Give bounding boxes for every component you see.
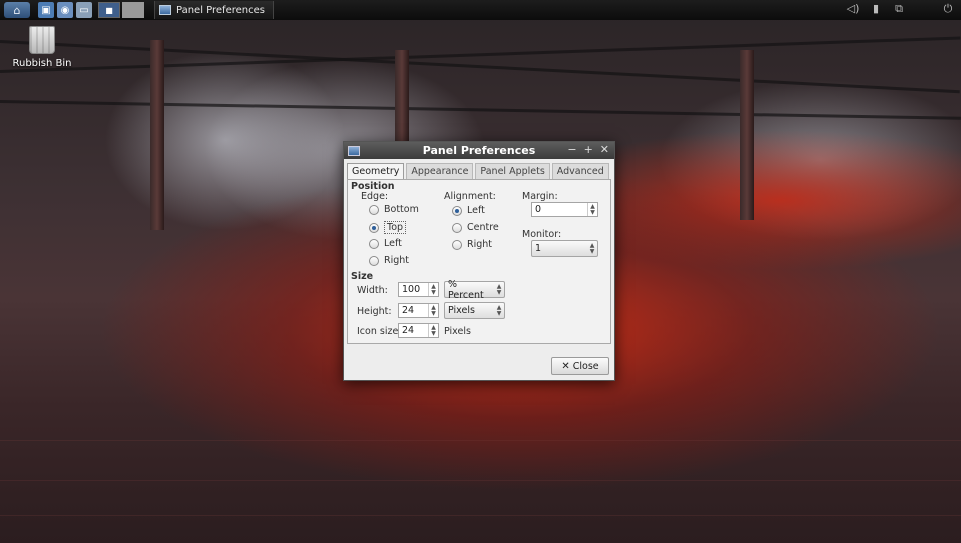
radio-label: Right [384,255,410,266]
file-manager-launcher[interactable]: ▣ [38,2,54,18]
tab-geometry[interactable]: Geometry [347,163,405,179]
margin-value: 0 [535,204,542,215]
tab-panel-applets[interactable]: Panel Applets [475,163,550,179]
radio-icon [369,204,379,215]
close-icon[interactable]: ✕ [600,143,609,156]
globe-icon: ◉ [60,4,70,16]
height-unit: Pixels [448,305,475,316]
icon-size-value: 24 [402,325,415,336]
icon-size-spinner[interactable]: 24 ▲ ▼ [398,323,439,338]
tab-advanced[interactable]: Advanced [551,163,609,179]
floor-line [0,515,961,516]
desktop-icon-label: Rubbish Bin [12,58,72,69]
radio-label: Bottom [384,204,419,215]
chevron-updown-icon: ▲ ▼ [496,282,502,296]
window-icon [159,5,171,15]
floor-line [0,480,961,481]
chevron-updown-icon: ▲ ▼ [589,241,595,255]
menu-icon: ⌂ [13,3,21,17]
tab-bar: Geometry Appearance Panel Applets Advanc… [347,163,614,179]
maximize-icon[interactable]: + [584,143,593,156]
radio-icon [369,255,379,266]
workspace-icon: ■ [105,5,113,15]
width-unit-select[interactable]: % Percent ▲ ▼ [444,278,505,301]
browser-launcher[interactable]: ◉ [57,2,73,18]
folder-icon: ▣ [41,4,51,16]
radio-icon [369,238,379,249]
size-heading: Size [351,271,374,282]
power-icon[interactable]: ⏻ [941,2,955,16]
radio-checked-icon [452,205,462,216]
close-button-label: Close [572,360,599,372]
tab-appearance[interactable]: Appearance [406,163,474,179]
radio-icon [452,222,462,233]
width-spinner[interactable]: 100 ▲ ▼ [398,282,439,297]
radio-label: Top [384,221,407,234]
margin-label: Margin: [522,191,558,202]
battery-icon[interactable]: ▮ [869,2,883,16]
height-unit-select[interactable]: Pixels ▲ ▼ [444,302,505,319]
alignment-centre-radio[interactable]: Centre [452,222,499,233]
radio-label: Left [384,238,402,249]
edge-left-radio[interactable]: Left [369,238,402,249]
spinner-arrows-icon[interactable]: ▲ ▼ [428,304,438,317]
height-label: Height: [357,306,392,317]
radio-checked-icon [369,222,379,233]
network-icon[interactable]: ⧉ [892,2,906,16]
height-spinner[interactable]: 24 ▲ ▼ [398,303,439,318]
edge-right-radio[interactable]: Right [369,255,409,266]
workspace-1[interactable]: ■ [98,2,120,18]
edge-top-radio[interactable]: Top [369,221,407,234]
alignment-right-radio[interactable]: Right [452,239,492,250]
alignment-label: Alignment: [444,191,496,202]
width-value: 100 [402,284,421,295]
roof-beam [0,100,961,120]
show-desktop-launcher[interactable]: ▭ [76,2,92,18]
monitor-value: 1 [535,243,542,254]
margin-spinner[interactable]: 0 ▲ ▼ [531,202,598,217]
monitor-label: Monitor: [522,229,562,240]
icon-size-label: Icon size: [357,326,402,337]
edge-bottom-radio[interactable]: Bottom [369,204,419,215]
radio-label: Right [467,239,493,250]
taskbar-button-panel-preferences[interactable]: Panel Preferences [154,1,274,19]
monitor-select[interactable]: 1 ▲ ▼ [531,240,598,257]
radio-icon [452,239,462,250]
menu-button[interactable]: ⌂ [4,2,30,18]
floor-line [0,440,961,441]
minimize-icon[interactable]: − [567,143,576,156]
radio-label: Left [467,205,485,216]
garage-pillar [150,40,164,230]
panel-preferences-dialog: Panel Preferences − + ✕ Geometry Appeara… [343,141,615,381]
radio-label: Centre [467,222,499,233]
height-value: 24 [402,305,415,316]
taskbar-button-label: Panel Preferences [176,4,265,16]
volume-icon[interactable]: ◁) [846,2,860,16]
top-panel: ⌂ ▣ ◉ ▭ ■ Panel Preferences ◁) ▮ ⧉ ⏻ [0,0,961,20]
spinner-arrows-icon[interactable]: ▲ ▼ [428,283,438,296]
trash-icon [29,26,55,54]
width-unit: % Percent [448,278,484,301]
close-icon: ✕ [561,360,570,372]
spinner-arrows-icon[interactable]: ▲ ▼ [587,203,597,216]
edge-label: Edge: [361,191,389,202]
desktop-icon: ▭ [79,4,89,16]
system-tray: ◁) ▮ ⧉ ⏻ [846,2,955,16]
alignment-left-radio[interactable]: Left [452,205,485,216]
chevron-updown-icon: ▲ ▼ [496,303,502,317]
close-button[interactable]: ✕ Close [551,357,609,375]
desktop-icon-rubbish-bin[interactable]: Rubbish Bin [8,26,76,69]
workspace-2[interactable] [122,2,144,18]
garage-pillar [740,50,754,220]
width-label: Width: [357,285,388,296]
spinner-arrows-icon[interactable]: ▲ ▼ [428,324,438,337]
title-bar[interactable]: Panel Preferences − + ✕ [344,142,614,159]
icon-size-unit: Pixels [444,326,471,337]
geometry-pane: Position Edge: Bottom Top Left Right Ali… [347,179,611,344]
